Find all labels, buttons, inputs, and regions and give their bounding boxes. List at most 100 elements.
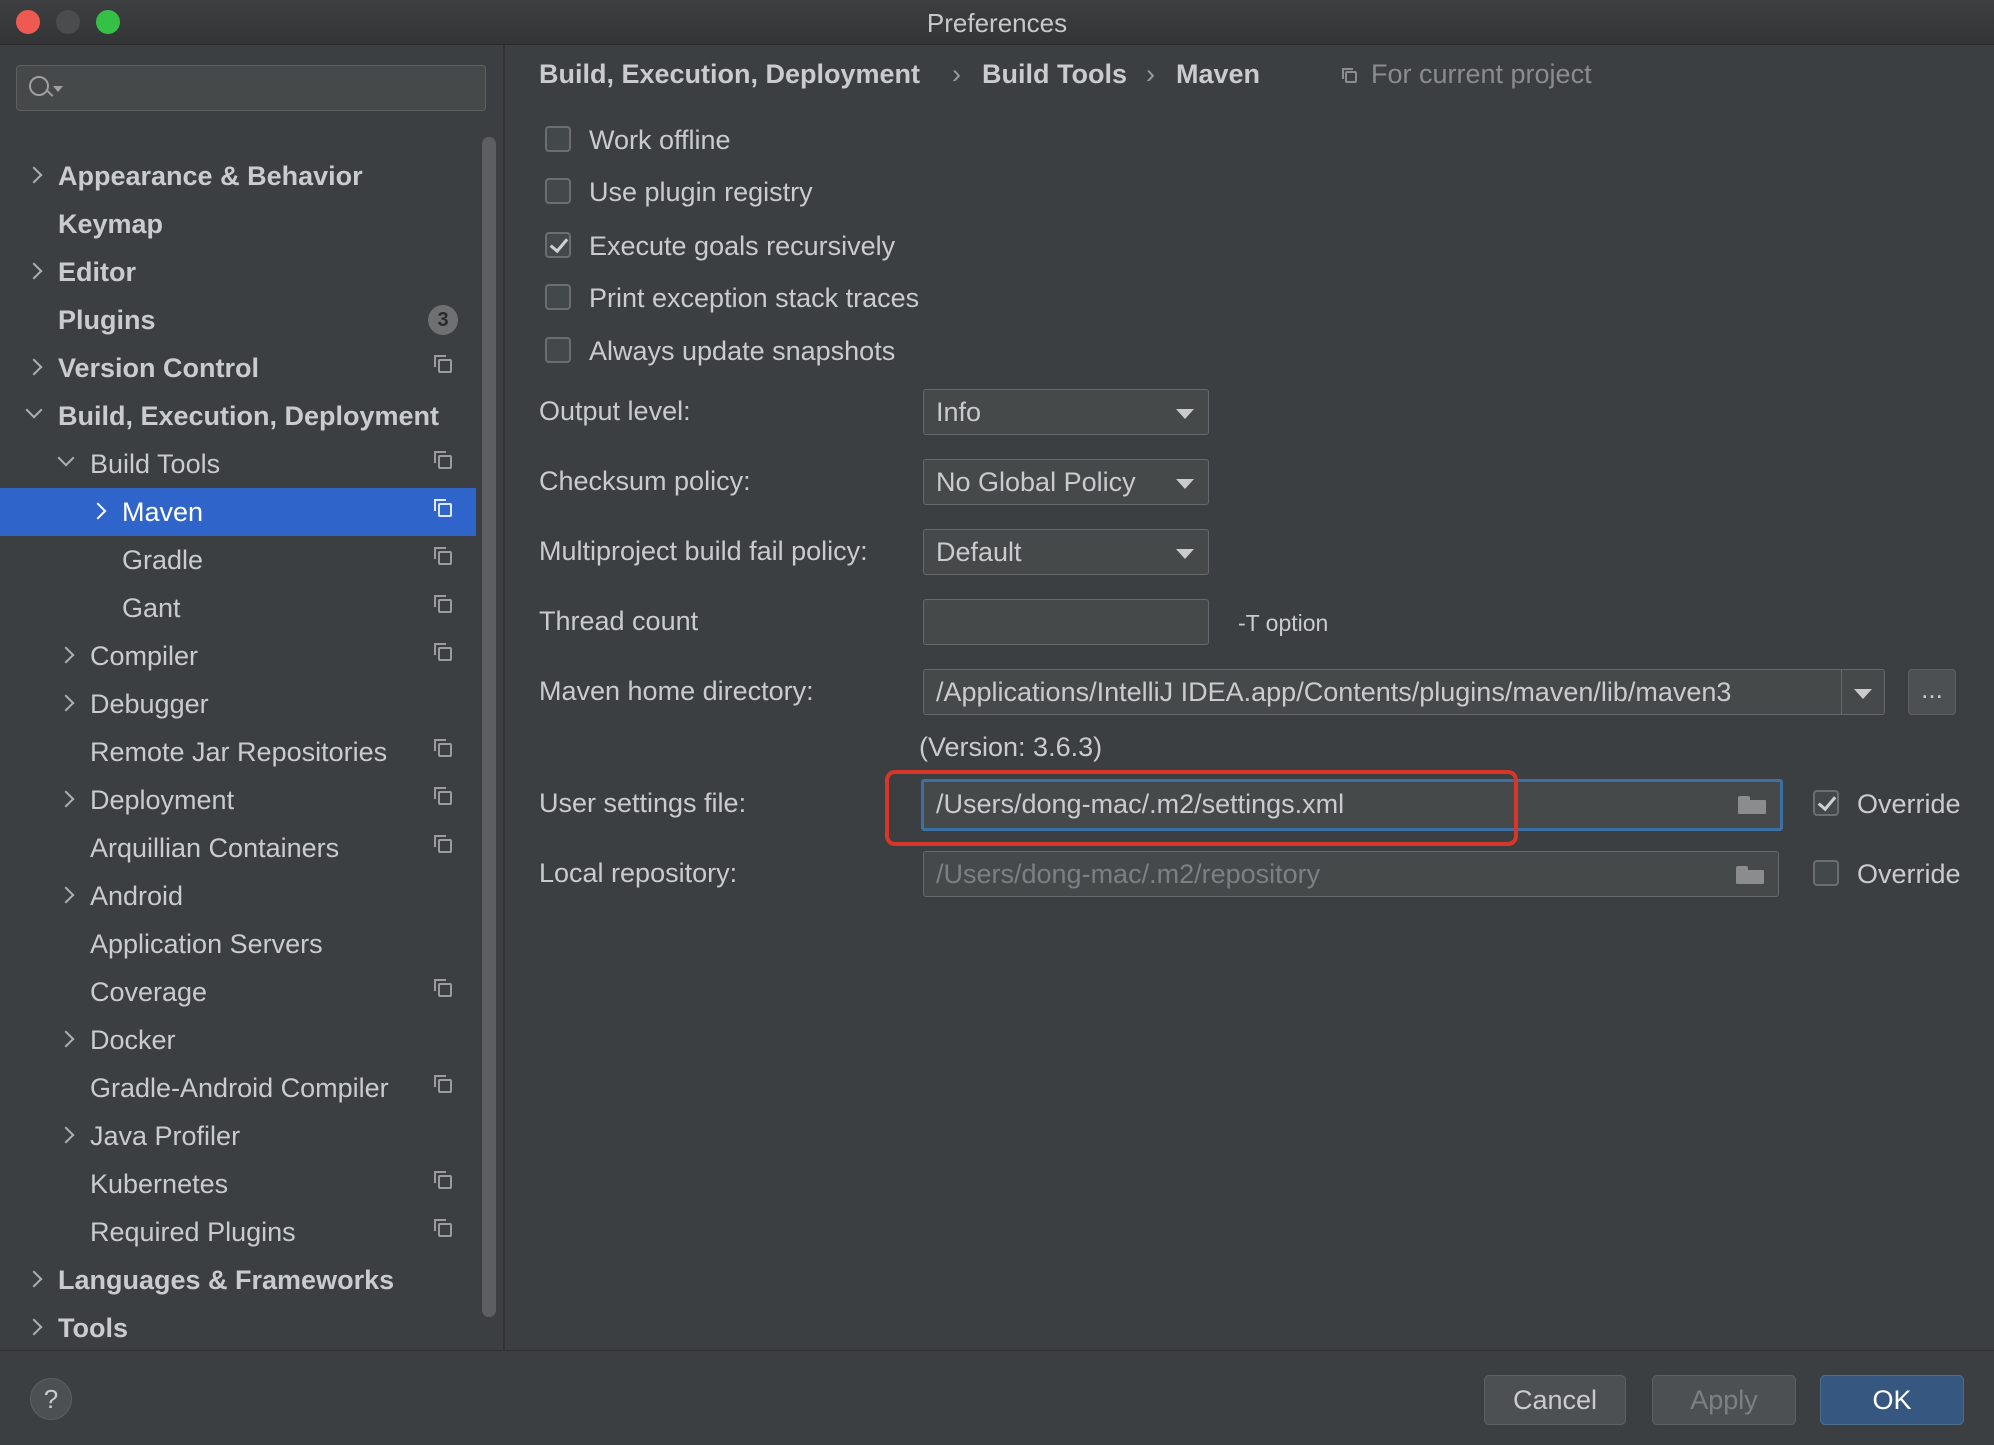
execute-goals-recursively-checkbox[interactable]	[545, 232, 571, 258]
sidebar-item-label: Docker	[90, 1025, 176, 1055]
sidebar-item-label: Compiler	[90, 641, 199, 671]
sidebar-item[interactable]: Build Tools	[0, 440, 476, 488]
use-plugin-registry-checkbox[interactable]	[545, 178, 571, 204]
sidebar-item[interactable]: Appearance & Behavior	[0, 152, 476, 200]
sidebar-item[interactable]: Gant	[0, 584, 476, 632]
chevron-right-icon[interactable]	[57, 790, 75, 808]
chevron-down-icon[interactable]	[57, 449, 75, 467]
sidebar-item-label: Deployment	[90, 785, 235, 815]
chevron-right-icon[interactable]	[25, 262, 43, 280]
title-bar: Preferences	[0, 0, 1994, 45]
chevron-down-icon[interactable]	[1854, 689, 1872, 699]
sidebar-item[interactable]: Required Plugins	[0, 1208, 476, 1256]
settings-search-box[interactable]	[16, 65, 486, 111]
checksum-policy-label: Checksum policy:	[539, 466, 751, 496]
ok-button[interactable]: OK	[1820, 1375, 1964, 1425]
window-title: Preferences	[926, 8, 1068, 38]
sidebar-item[interactable]: Maven	[0, 488, 476, 536]
chevron-down-icon	[1176, 479, 1194, 489]
sidebar-item[interactable]: Editor	[0, 248, 476, 296]
sidebar-item[interactable]: Arquillian Containers	[0, 824, 476, 872]
sidebar-item[interactable]: Compiler	[0, 632, 476, 680]
chevron-right-icon[interactable]	[25, 358, 43, 376]
print-exception-stack-traces-label: Print exception stack traces	[589, 283, 920, 313]
user-settings-file-label: User settings file:	[539, 788, 747, 818]
print-exception-stack-traces-checkbox[interactable]	[545, 284, 571, 310]
sidebar-item-label: Build Tools	[90, 449, 221, 479]
breadcrumb-part-maven: Maven	[1176, 59, 1261, 89]
project-scope-icon	[434, 787, 452, 805]
sidebar-item[interactable]: Coverage	[0, 968, 476, 1016]
chevron-right-icon[interactable]	[25, 166, 43, 184]
sidebar-item-label: Build, Execution, Deployment	[58, 401, 440, 431]
chevron-right-icon[interactable]	[57, 886, 75, 904]
maven-home-browse-button[interactable]: ...	[1908, 669, 1956, 715]
sidebar-item-label: Tools	[58, 1313, 128, 1343]
project-scope-icon	[434, 643, 452, 661]
sidebar-item[interactable]: Build, Execution, Deployment	[0, 392, 476, 440]
sidebar-item[interactable]: Gradle-Android Compiler	[0, 1064, 476, 1112]
breadcrumb-part-build-tools[interactable]: Build Tools	[982, 59, 1127, 90]
maven-home-combobox[interactable]: /Applications/IntelliJ IDEA.app/Contents…	[923, 669, 1885, 715]
sidebar-item[interactable]: Tools	[0, 1304, 476, 1350]
chevron-right-icon[interactable]	[25, 1318, 43, 1336]
maven-home-label: Maven home directory:	[539, 676, 814, 706]
settings-search-input[interactable]	[69, 70, 473, 108]
chevron-right-icon[interactable]	[57, 1126, 75, 1144]
folder-icon[interactable]	[1736, 866, 1764, 884]
project-scope-icon	[434, 547, 452, 565]
sidebar-item[interactable]: Kubernetes	[0, 1160, 476, 1208]
work-offline-checkbox[interactable]	[545, 126, 571, 152]
sidebar-scrollbar[interactable]	[482, 137, 496, 1317]
sidebar-item[interactable]: Keymap	[0, 200, 476, 248]
local-repository-override-checkbox[interactable]	[1813, 860, 1839, 886]
project-scope-icon	[434, 499, 452, 517]
sidebar-item[interactable]: Version Control	[0, 344, 476, 392]
chevron-right-icon[interactable]	[57, 1030, 75, 1048]
project-scope-icon	[434, 1171, 452, 1189]
folder-icon[interactable]	[1738, 796, 1766, 814]
local-repository-label: Local repository:	[539, 858, 738, 888]
maven-settings-panel: Build, Execution, Deployment › Build Too…	[505, 45, 1994, 1350]
multiproject-fail-policy-select[interactable]: Default	[923, 529, 1209, 575]
sidebar-item[interactable]: Java Profiler	[0, 1112, 476, 1160]
chevron-right-icon[interactable]	[89, 502, 107, 520]
cancel-button[interactable]: Cancel	[1484, 1375, 1626, 1425]
always-update-snapshots-checkbox[interactable]	[545, 337, 571, 363]
search-history-dropdown-icon[interactable]	[53, 86, 63, 92]
sidebar-item[interactable]: Remote Jar Repositories	[0, 728, 476, 776]
project-scope-icon	[434, 595, 452, 613]
sidebar-item[interactable]: Languages & Frameworks	[0, 1256, 476, 1304]
chevron-right-icon[interactable]	[25, 1270, 43, 1288]
breadcrumb-separator: ›	[1146, 59, 1155, 89]
update-count-badge: 3	[428, 305, 458, 335]
sidebar-item-label: Gant	[122, 593, 181, 623]
user-settings-override-checkbox[interactable]	[1813, 790, 1839, 816]
output-level-value: Info	[936, 397, 982, 427]
sidebar-item[interactable]: Docker	[0, 1016, 476, 1064]
dialog-footer: ? Cancel Apply OK	[0, 1350, 1994, 1445]
settings-sidebar: Appearance & Behavior Keymap Editor Plugins…	[0, 45, 505, 1350]
breadcrumb-part-build-execution[interactable]: Build, Execution, Deployment	[539, 59, 920, 90]
chevron-down-icon	[1176, 409, 1194, 419]
help-button[interactable]: ?	[30, 1378, 72, 1420]
chevron-right-icon[interactable]	[57, 694, 75, 712]
sidebar-item[interactable]: Application Servers	[0, 920, 476, 968]
thread-count-hint: -T option	[1238, 610, 1329, 636]
maven-home-value: /Applications/IntelliJ IDEA.app/Contents…	[936, 677, 1732, 707]
checksum-policy-select[interactable]: No Global Policy	[923, 459, 1209, 505]
apply-button[interactable]: Apply	[1652, 1375, 1796, 1425]
sidebar-item-label: Keymap	[58, 209, 164, 239]
thread-count-input[interactable]	[923, 599, 1209, 645]
chevron-right-icon[interactable]	[57, 646, 75, 664]
sidebar-item[interactable]: Plugins 3	[0, 296, 476, 344]
output-level-select[interactable]: Info	[923, 389, 1209, 435]
sidebar-item[interactable]: Android	[0, 872, 476, 920]
sidebar-item[interactable]: Deployment	[0, 776, 476, 824]
project-scope-icon	[434, 835, 452, 853]
chevron-down-icon[interactable]	[25, 401, 43, 419]
thread-count-label: Thread count	[539, 606, 699, 636]
local-repository-input[interactable]: /Users/dong-mac/.m2/repository	[923, 851, 1779, 897]
sidebar-item[interactable]: Gradle	[0, 536, 476, 584]
sidebar-item[interactable]: Debugger	[0, 680, 476, 728]
